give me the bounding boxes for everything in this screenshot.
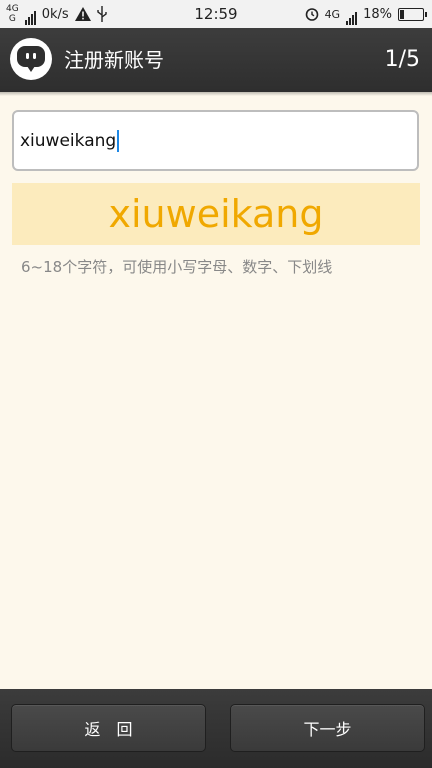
step-indicator: 1/5 (384, 47, 420, 72)
text-caret (117, 129, 120, 152)
username-preview-text: xiuweikang (108, 192, 324, 236)
signal-icon-right (346, 3, 358, 25)
back-button[interactable]: 返 回 (11, 704, 206, 752)
username-input-value: xiuweikang (20, 130, 117, 151)
app-header: 注册新账号 1/5 (0, 28, 432, 92)
page-title: 注册新账号 (64, 48, 164, 72)
status-bar: 4G G 0k/s 12:59 4G 18% (0, 0, 432, 28)
header-shadow (0, 92, 432, 96)
back-button-label: 返 回 (84, 720, 133, 739)
status-right: 4G 18% (305, 0, 427, 28)
app-logo-icon (10, 38, 52, 80)
battery-percent: 18% (363, 6, 392, 22)
alarm-icon (305, 8, 318, 21)
username-hint: 6~18个字符，可使用小写字母、数字、下划线 (21, 258, 333, 276)
clock-time: 12:59 (194, 5, 238, 23)
username-input[interactable]: xiuweikang (12, 110, 419, 171)
next-step-button[interactable]: 下一步 (230, 704, 425, 752)
bottom-bar: 返 回 下一步 (0, 689, 432, 768)
battery-icon (398, 7, 427, 21)
next-step-button-label: 下一步 (303, 720, 352, 739)
username-preview: xiuweikang (12, 183, 420, 245)
network-type: 4G (324, 7, 341, 21)
